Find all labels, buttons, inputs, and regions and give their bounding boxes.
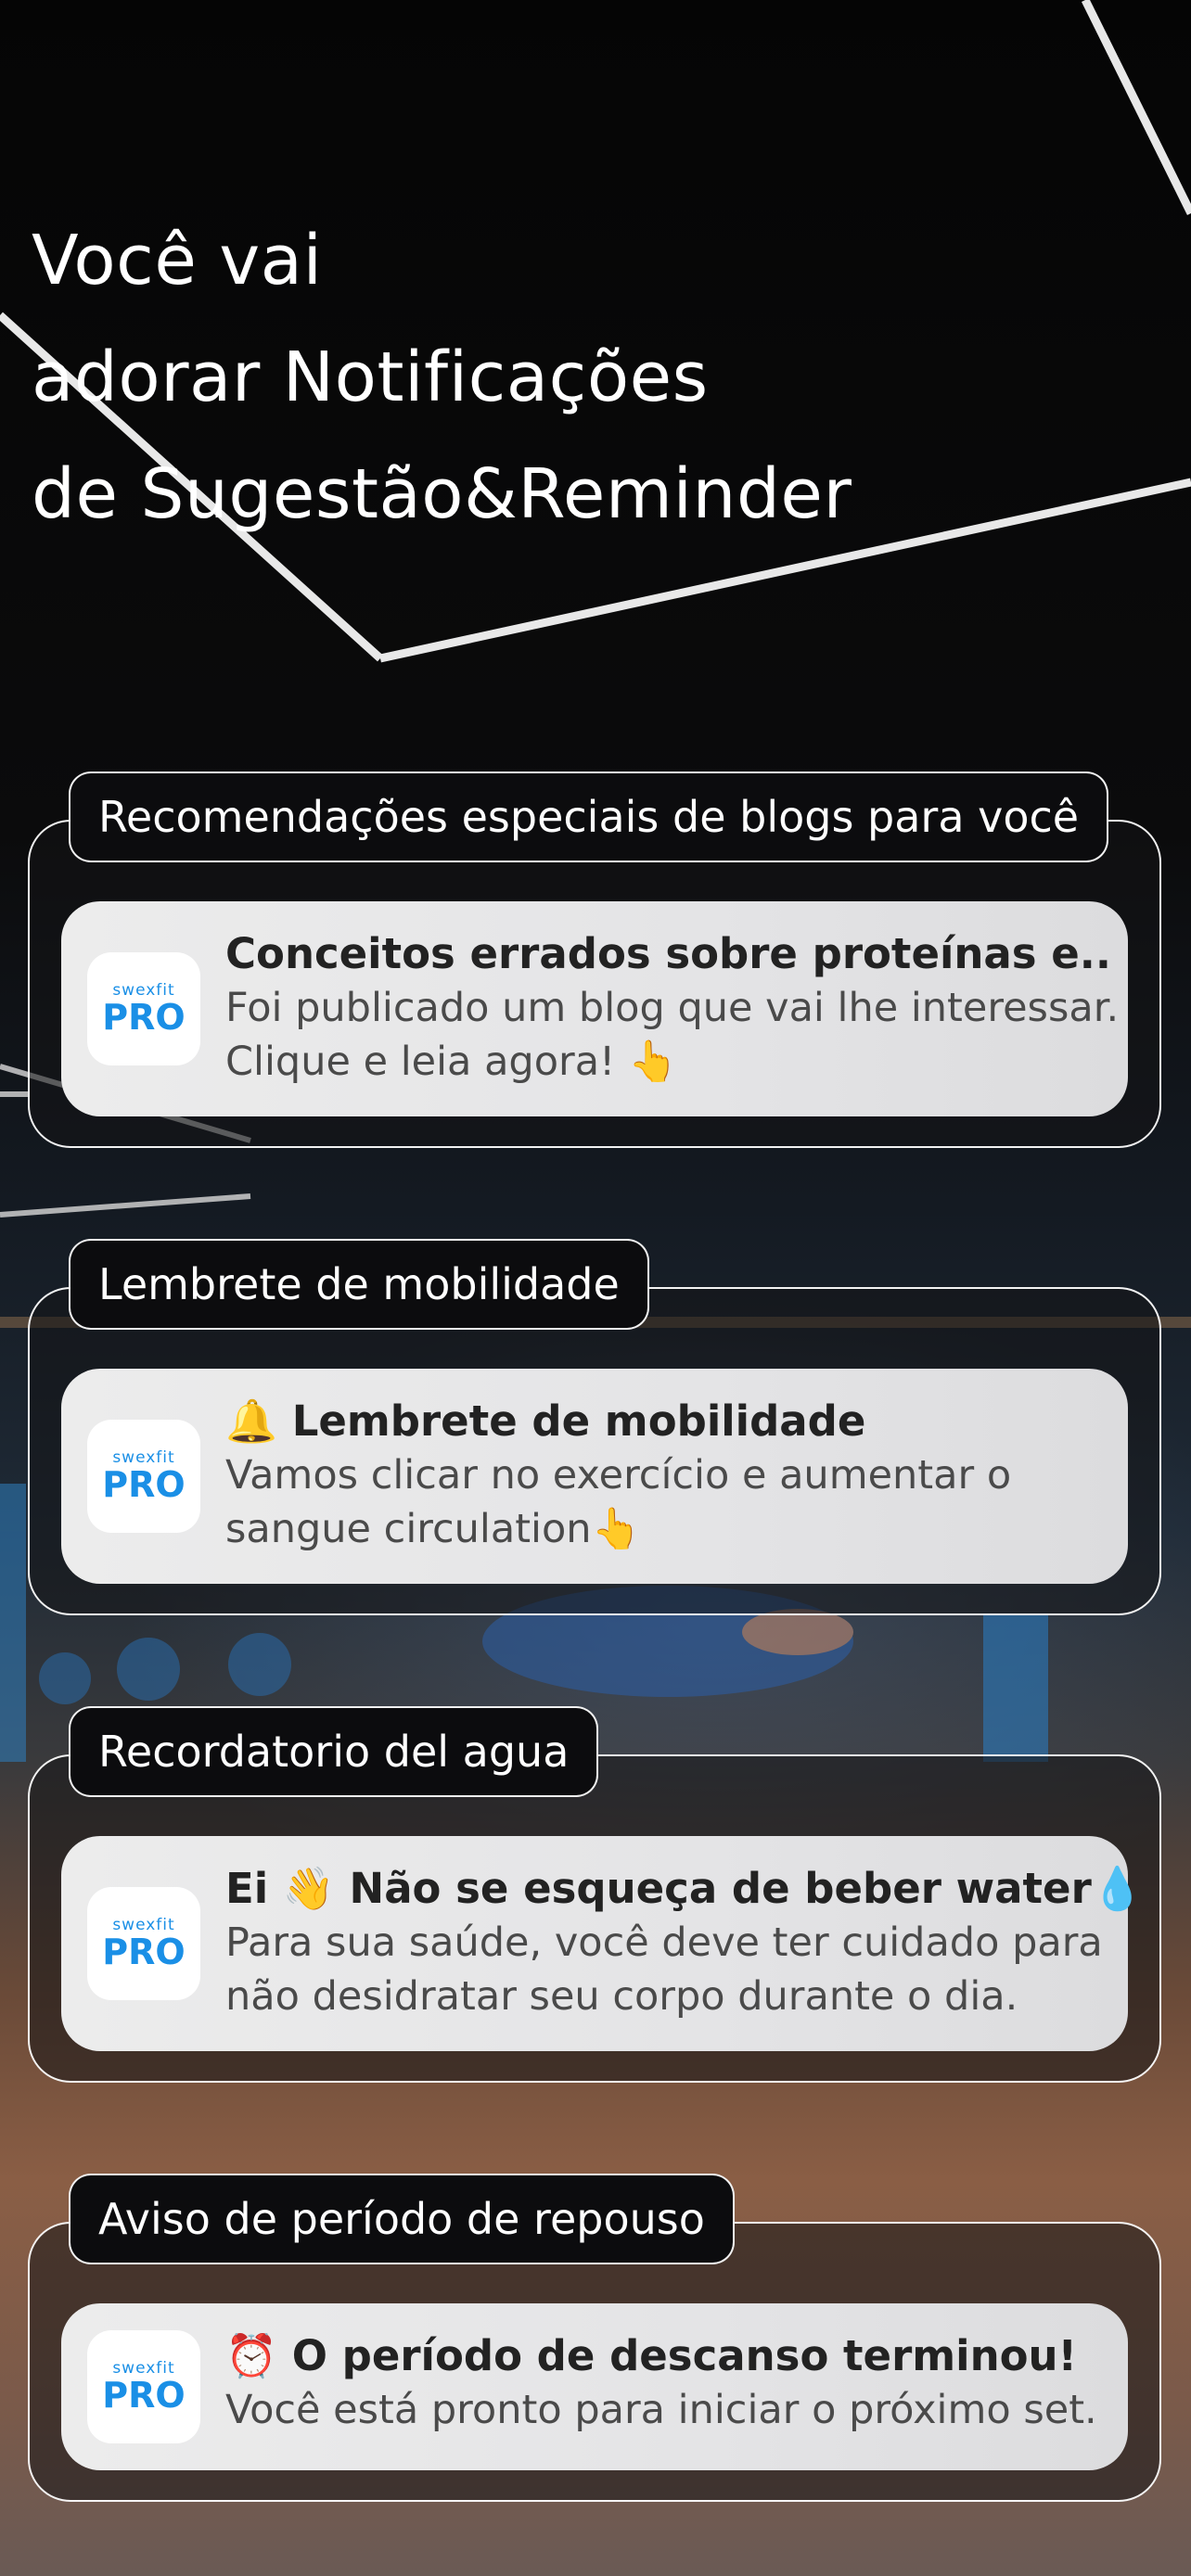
notification-body-line-2: não desidratar seu corpo durante o dia. [225, 1973, 1018, 2020]
notification-body-line-1: Foi publicado um blog que vai lhe intere… [225, 985, 1120, 1031]
swexfit-pro-app-icon: swexfit PRO [87, 2330, 200, 2443]
app-icon-badge: PRO [102, 997, 186, 1038]
notification-title: Conceitos errados sobre proteínas e.. [225, 929, 1111, 978]
swexfit-pro-app-icon: swexfit PRO [87, 1887, 200, 2000]
headline-line-3: de Sugestão&Reminder [32, 454, 852, 534]
notification-body-line-2: sangue circulation👆 [225, 1506, 642, 1552]
section-tab-rest: Aviso de período de repouso [69, 2174, 735, 2264]
notification-card-rest[interactable]: swexfit PRO ⏰ O período de descanso term… [61, 2303, 1128, 2470]
notification-title: Ei 👋 Não se esqueça de beber water💧 [225, 1864, 1144, 1913]
app-icon-badge: PRO [102, 1932, 186, 1972]
swexfit-pro-app-icon: swexfit PRO [87, 952, 200, 1065]
section-tab-blog: Recomendações especiais de blogs para vo… [69, 772, 1109, 862]
section-tab-label: Recordatorio del agua [98, 1727, 570, 1777]
notification-body-line-1: Você está pronto para iniciar o próximo … [225, 2387, 1097, 2433]
notification-body-line-1: Vamos clicar no exercício e aumentar o [225, 1452, 1012, 1498]
app-icon-badge: PRO [102, 1464, 186, 1505]
notification-title: 🔔 Lembrete de mobilidade [225, 1396, 866, 1446]
notification-card-mobility[interactable]: swexfit PRO 🔔 Lembrete de mobilidade Vam… [61, 1369, 1128, 1584]
notification-body-line-1: Para sua saúde, você deve ter cuidado pa… [225, 1919, 1103, 1966]
section-tab-label: Recomendações especiais de blogs para vo… [98, 792, 1080, 842]
notification-card-water[interactable]: swexfit PRO Ei 👋 Não se esqueça de beber… [61, 1836, 1144, 2051]
section-tab-mobility: Lembrete de mobilidade [69, 1239, 649, 1330]
notification-body-line-2: Clique e leia agora! 👆 [225, 1039, 678, 1085]
swexfit-pro-app-icon: swexfit PRO [87, 1420, 200, 1533]
notification-card-blog[interactable]: swexfit PRO Conceitos errados sobre prot… [61, 901, 1128, 1116]
section-tab-water: Recordatorio del agua [69, 1706, 599, 1797]
section-tab-label: Lembrete de mobilidade [98, 1259, 620, 1309]
section-tab-label: Aviso de período de repouso [98, 2194, 705, 2244]
notification-title: ⏰ O período de descanso terminou! [225, 2331, 1078, 2380]
headline: Você vai adorar Notificações de Sugestão… [32, 202, 1145, 553]
headline-line-1: Você vai [32, 221, 323, 300]
headline-line-2: adorar Notificações [32, 338, 709, 417]
app-icon-badge: PRO [102, 2375, 186, 2416]
